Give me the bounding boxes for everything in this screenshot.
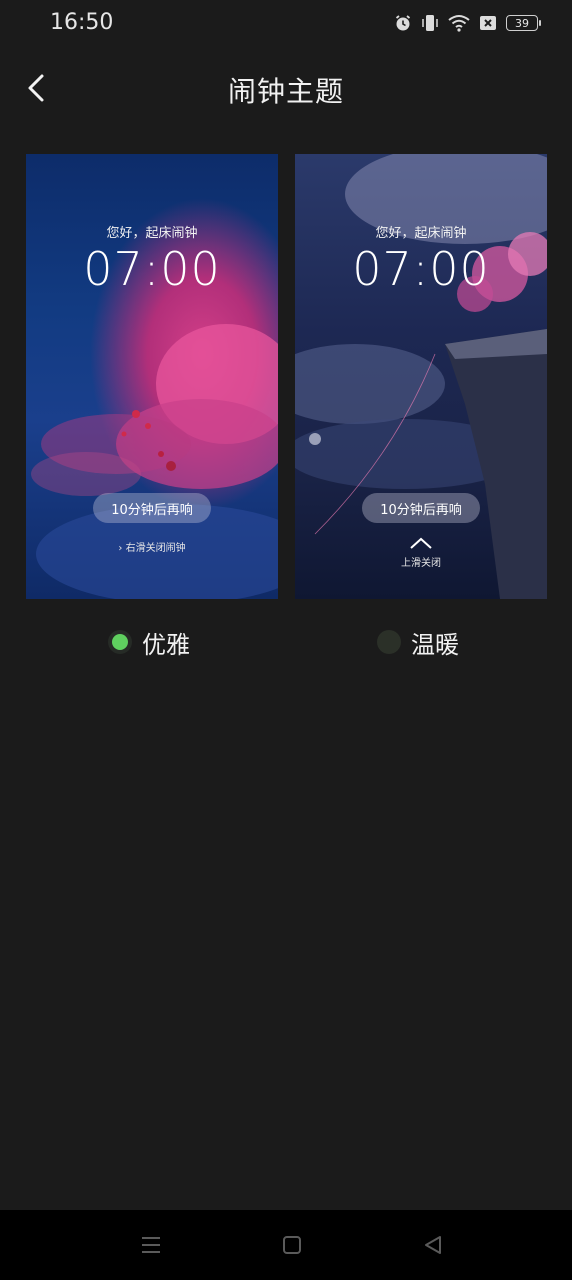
theme-option-elegant[interactable]: 优雅: [108, 624, 190, 660]
theme-option-warm[interactable]: 温暖: [377, 624, 459, 660]
starry-cliff-art: [295, 154, 547, 599]
navigation-bar: [0, 1210, 572, 1280]
theme-option-label: 优雅: [142, 630, 190, 659]
home-button[interactable]: [279, 1232, 305, 1258]
back-nav-button[interactable]: [420, 1232, 446, 1258]
snooze-pill: 10分钟后再响: [93, 493, 211, 523]
page-title: 闹钟主题: [227, 75, 344, 108]
home-icon: [283, 1236, 301, 1254]
vibrate-icon: [422, 15, 438, 31]
theme-option-label: 温暖: [411, 630, 459, 659]
battery-icon: 39: [506, 15, 541, 31]
theme-card-elegant[interactable]: 您好，起床闹钟 07:00 10分钟后再响 › 右滑关闭闹钟: [26, 154, 278, 599]
pink-smoke-art: [31, 324, 278, 599]
card-greeting: 您好，起床闹钟: [375, 226, 467, 241]
wifi-icon: [448, 15, 470, 32]
card-alarm-time: 07:00: [83, 242, 221, 296]
chevron-right-icon: ›: [118, 543, 123, 554]
theme-card-warm[interactable]: 您好，起床闹钟 07:00 10分钟后再响 上滑关闭: [295, 154, 547, 599]
sim-x-icon: [480, 16, 496, 30]
dismiss-hint-text: 上滑关闭: [401, 558, 441, 569]
menu-icon: [142, 1237, 160, 1253]
menu-button[interactable]: [138, 1232, 164, 1258]
dismiss-hint-text: 右滑关闭闹钟: [125, 543, 186, 554]
back-triangle-icon: [425, 1236, 441, 1254]
status-icons: 39: [394, 13, 541, 33]
status-bar: 16:50 39: [0, 0, 572, 52]
battery-level: 39: [515, 16, 529, 30]
radio-selected-icon[interactable]: [108, 630, 132, 654]
status-time: 16:50: [50, 10, 114, 35]
dismiss-hint: › 右滑关闭闹钟: [26, 539, 278, 554]
alarm-icon: [395, 15, 411, 31]
card-alarm-time: 07:00: [352, 242, 490, 296]
radio-unselected-icon[interactable]: [377, 630, 401, 654]
card-greeting: 您好，起床闹钟: [106, 226, 198, 241]
header: 闹钟主题: [0, 60, 572, 116]
snooze-pill: 10分钟后再响: [362, 493, 480, 523]
chevron-up-icon: [410, 537, 432, 549]
